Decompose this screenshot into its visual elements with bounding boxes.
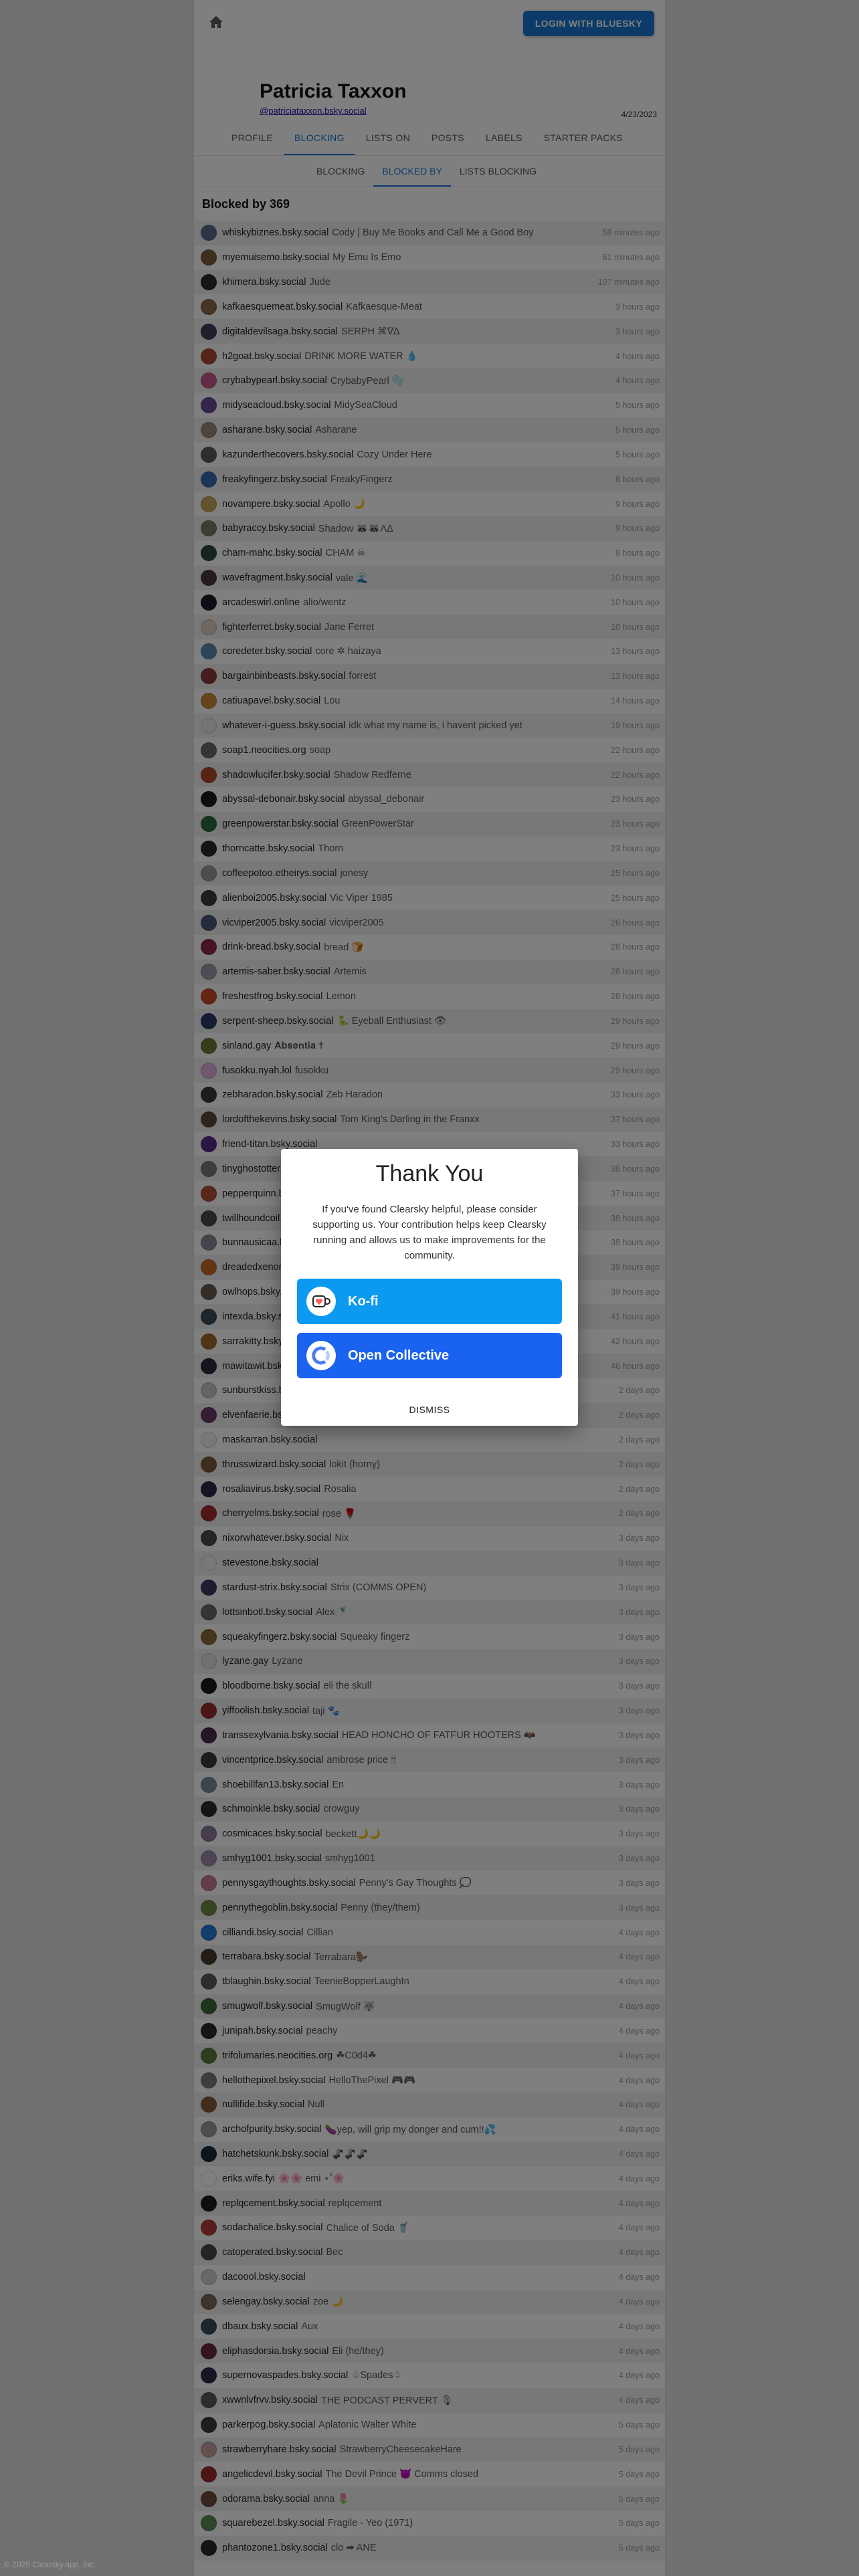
coffee-cup-heart-icon bbox=[306, 1287, 336, 1316]
footer-copyright: © 2025 Clearsky.app, Inc. bbox=[4, 2560, 96, 2569]
kofi-button[interactable]: Ko-fi bbox=[297, 1279, 562, 1324]
open-collective-label: Open Collective bbox=[348, 1348, 450, 1363]
dismiss-button[interactable]: DISMISS bbox=[281, 1404, 578, 1415]
modal-text: If you've found Clearsky helpful, please… bbox=[312, 1204, 547, 1261]
open-collective-button[interactable]: Open Collective bbox=[297, 1333, 562, 1378]
kofi-label: Ko-fi bbox=[348, 1293, 379, 1309]
modal-title: Thank You bbox=[375, 1161, 484, 1186]
open-collective-icon bbox=[306, 1341, 336, 1370]
thank-you-modal: Thank You If you've found Clearsky helpf… bbox=[281, 1149, 578, 1426]
